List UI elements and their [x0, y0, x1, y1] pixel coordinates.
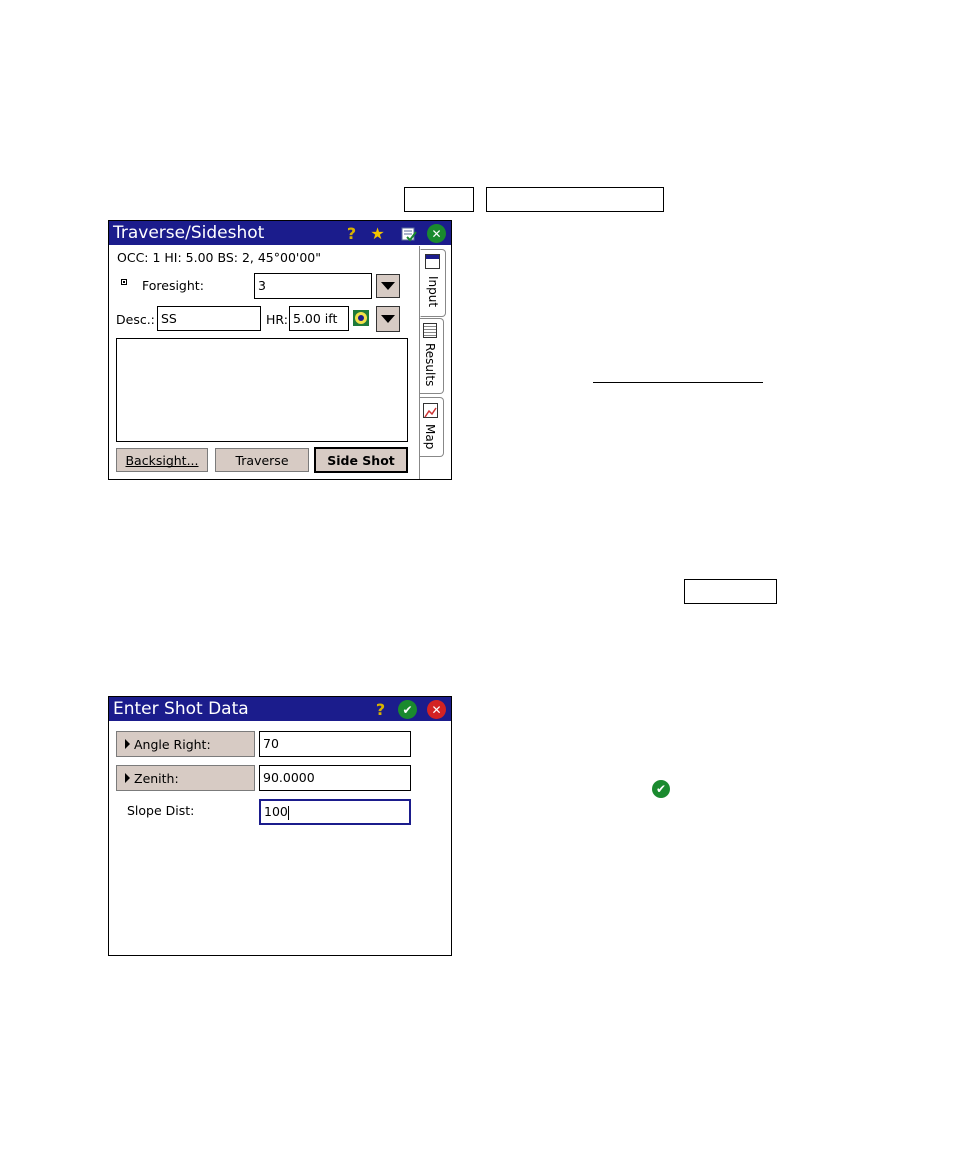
- prism-target-icon[interactable]: [352, 309, 370, 327]
- foresight-bullet: [121, 279, 127, 285]
- doc-placeholder-box-3: [684, 579, 777, 604]
- zenith-label: Zenith:: [134, 770, 179, 786]
- traverse-button-label: Traverse: [235, 452, 289, 468]
- angle-right-input[interactable]: 70: [259, 731, 411, 757]
- backsight-button[interactable]: Backsight...: [116, 448, 208, 472]
- list-check-icon[interactable]: [399, 224, 418, 243]
- window-title: Enter Shot Data: [113, 699, 249, 719]
- cancel-icon[interactable]: ✕: [427, 700, 446, 719]
- slope-dist-input[interactable]: 100: [259, 799, 411, 825]
- traverse-sideshot-window: Traverse/Sideshot ? ★ ✕ OCC: 1 HI: 5.00 …: [108, 220, 452, 480]
- chevron-down-icon: [381, 282, 395, 290]
- status-line: OCC: 1 HI: 5.00 BS: 2, 45°00'00": [117, 250, 322, 265]
- doc-placeholder-box-2: [486, 187, 664, 212]
- traverse-button[interactable]: Traverse: [215, 448, 309, 472]
- question-mark-icon[interactable]: ?: [342, 224, 361, 243]
- tab-input-label: Input: [426, 276, 440, 308]
- desc-input[interactable]: SS: [157, 306, 261, 331]
- doc-placeholder-box-1: [404, 187, 474, 212]
- doc-underline-placeholder: [593, 375, 763, 383]
- output-text-area[interactable]: [116, 338, 408, 442]
- hr-label: HR:: [266, 312, 288, 327]
- close-icon[interactable]: ✕: [427, 224, 446, 243]
- hr-input[interactable]: 5.00 ift: [289, 306, 349, 331]
- star-icon[interactable]: ★: [368, 224, 387, 243]
- backsight-button-label: Backsight...: [125, 452, 199, 468]
- check-icon[interactable]: ✔: [398, 700, 417, 719]
- tab-input[interactable]: Input: [420, 249, 446, 317]
- angle-right-button[interactable]: Angle Right:: [116, 731, 255, 757]
- tab-map-label: Map: [423, 424, 437, 450]
- side-shot-button[interactable]: Side Shot: [314, 447, 408, 473]
- map-tab-icon: [423, 403, 438, 418]
- slope-dist-value: 100: [264, 804, 288, 819]
- zenith-button[interactable]: Zenith:: [116, 765, 255, 791]
- angle-right-label: Angle Right:: [134, 736, 211, 752]
- tab-results[interactable]: Results: [420, 318, 444, 394]
- enter-shot-data-window: Enter Shot Data ? ✔ ✕ Angle Right: 70 Ze…: [108, 696, 452, 956]
- window-title: Traverse/Sideshot: [113, 223, 265, 243]
- results-tab-icon: [423, 323, 437, 338]
- play-arrow-icon: [125, 739, 130, 749]
- doc-inline-check-icon: ✔: [652, 780, 670, 798]
- question-mark-icon[interactable]: ?: [371, 700, 390, 719]
- tab-map[interactable]: Map: [420, 397, 444, 457]
- tab-results-label: Results: [423, 343, 437, 387]
- foresight-label: Foresight:: [142, 278, 204, 293]
- foresight-input[interactable]: 3: [254, 273, 372, 299]
- chevron-down-icon: [381, 315, 395, 323]
- play-arrow-icon: [125, 773, 130, 783]
- input-tab-icon: [425, 254, 440, 269]
- text-cursor: [287, 805, 289, 820]
- hr-dropdown-button[interactable]: [376, 306, 400, 332]
- side-shot-button-label: Side Shot: [327, 452, 395, 468]
- slope-dist-label: Slope Dist:: [127, 803, 195, 818]
- foresight-dropdown-button[interactable]: [376, 274, 400, 298]
- desc-label: Desc.:: [116, 312, 155, 327]
- zenith-input[interactable]: 90.0000: [259, 765, 411, 791]
